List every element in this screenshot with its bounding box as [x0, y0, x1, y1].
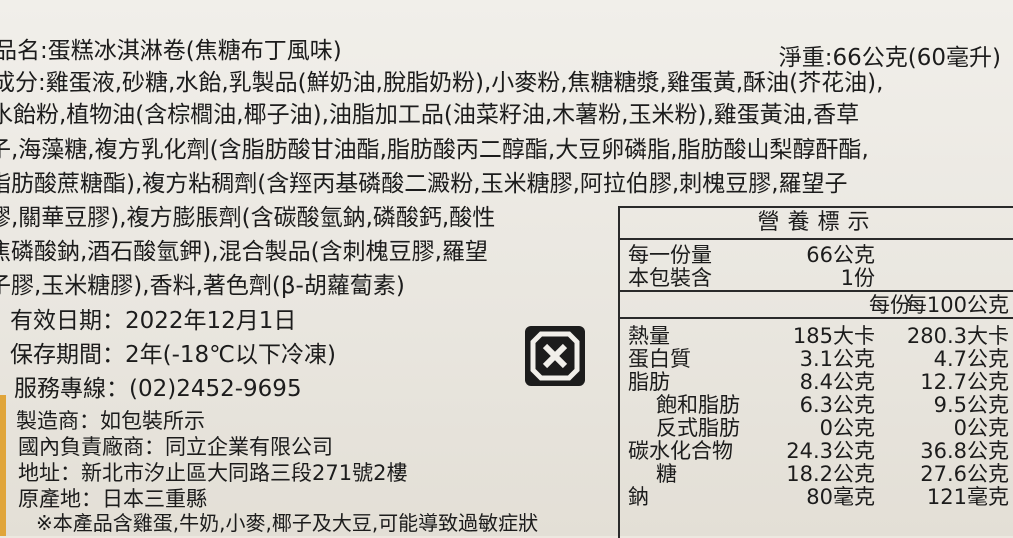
nutrient-per-100: 27.6公克 [920, 462, 1009, 486]
nutrient-per-serving: 0公克 [819, 416, 875, 440]
net-weight: 淨重:66公克(60毫升) [778, 45, 1001, 71]
column-header-row: 每份 每100公克 [620, 294, 1013, 319]
nutrient-per-serving: 185大卡 [792, 324, 875, 348]
recycle-icon [525, 326, 585, 386]
origin: 原產地：日本三重縣 [18, 487, 207, 511]
ingredients-line-7: 子膠,玉米糖膠),香料,著色劑(β-胡蘿蔔素) [0, 273, 405, 299]
ingredients-line-6: 焦磷酸鈉,酒石酸氫鉀),混合製品(含刺槐豆膠,羅望 [0, 239, 488, 265]
nutrient-name: 脂肪 [628, 370, 670, 394]
food-label: 品名:蛋糕冰淇淋卷(焦糖布丁風味) 淨重:66公克(60毫升) 成分:雞蛋液,砂… [0, 0, 1013, 538]
col-per-serving: 每份 [869, 293, 911, 317]
package-edge [0, 395, 6, 536]
nutrient-per-100: 280.3大卡 [906, 324, 1009, 348]
nutrition-row: 脂肪 8.4公克 12.7公克 [620, 371, 1013, 394]
serving-row: 每一份量 66公克 [620, 244, 1013, 267]
manufacturer: 製造商：如包裝所示 [16, 409, 205, 433]
service-hotline: 服務專線：(02)2452-9695 [14, 376, 302, 402]
nutrient-per-serving: 18.2公克 [786, 462, 875, 486]
nutrient-per-100: 9.5公克 [933, 393, 1009, 417]
storage-period: 保存期間：2年(-18℃以下冷凍) [10, 342, 336, 368]
servings-row: 本包裝含 1份 [620, 267, 1013, 292]
address: 地址：新北市汐止區大同路三段271號2樓 [18, 461, 408, 485]
responsible-company: 國內負責廠商：同立企業有限公司 [18, 435, 333, 459]
nutrient-name: 碳水化合物 [628, 439, 733, 463]
nutrient-per-serving: 8.4公克 [799, 370, 875, 394]
nutrient-per-100: 0公克 [953, 416, 1009, 440]
serving-label: 每一份量 [628, 243, 712, 267]
ingredients-line-2: 水飴粉,植物油(含棕櫚油,椰子油),油脂加工品(油菜籽油,木薯粉,玉米粉),雞蛋… [0, 102, 860, 128]
product-name: 品名:蛋糕冰淇淋卷(焦糖布丁風味) [0, 38, 342, 64]
nutrient-per-serving: 3.1公克 [799, 347, 875, 371]
nutrient-per-serving: 6.3公克 [799, 393, 875, 417]
nutrient-per-serving: 80毫克 [806, 485, 875, 509]
nutrient-name: 飽和脂肪 [656, 393, 740, 417]
nutrition-row: 糖 18.2公克 27.6公克 [620, 463, 1013, 486]
servings-label: 本包裝含 [628, 266, 712, 290]
ingredients-line-4: 脂肪酸蔗糖酯),複方粘稠劑(含羥丙基磷酸二澱粉,玉米糖膠,阿拉伯膠,刺槐豆膠,羅… [0, 171, 848, 197]
ingredients-line-5: 膠,關華豆膠),複方膨脹劑(含碳酸氫鈉,磷酸鈣,酸性 [0, 205, 496, 231]
ingredients-line-3: 子,海藻糖,複方乳化劑(含脂肪酸甘油酯,脂肪酸丙二醇酯,大豆卵磷脂,脂肪酸山梨醇… [0, 137, 869, 163]
nutrient-per-100: 12.7公克 [920, 370, 1009, 394]
nutrition-row: 熱量 185大卡 280.3大卡 [620, 325, 1013, 348]
nutrient-per-serving: 24.3公克 [786, 439, 875, 463]
nutrition-row: 蛋白質 3.1公克 4.7公克 [620, 348, 1013, 371]
nutrition-title: 營養標示 [620, 208, 1013, 240]
nutrient-per-100: 121毫克 [926, 485, 1009, 509]
allergen-warning: ※本產品含雞蛋,牛奶,小麥,椰子及大豆,可能導致過敏症狀 [36, 511, 539, 535]
nutrient-name: 蛋白質 [628, 347, 691, 371]
nutrient-name: 鈉 [628, 485, 649, 509]
nutrient-name: 糖 [656, 462, 677, 486]
nutrient-per-100: 36.8公克 [920, 439, 1009, 463]
servings-value: 1份 [840, 266, 875, 290]
nutrient-per-100: 4.7公克 [933, 347, 1009, 371]
nutrition-row: 飽和脂肪 6.3公克 9.5公克 [620, 394, 1013, 417]
serving-value: 66公克 [806, 243, 875, 267]
nutrition-row: 反式脂肪 0公克 0公克 [620, 417, 1013, 440]
col-per-100: 每100公克 [905, 293, 1009, 317]
nutrition-table: 營養標示 每一份量 66公克 本包裝含 1份 每份 每100公克 熱量 185大卡… [618, 206, 1013, 538]
nutrition-row: 鈉 80毫克 121毫克 [620, 486, 1013, 509]
nutrient-name: 熱量 [628, 324, 670, 348]
ingredients-line-1: 成分:雞蛋液,砂糖,水飴,乳製品(鮮奶油,脫脂奶粉),小麥粉,焦糖糖漿,雞蛋黃,… [0, 70, 884, 96]
nutrition-row: 碳水化合物 24.3公克 36.8公克 [620, 440, 1013, 463]
nutrient-name: 反式脂肪 [656, 416, 740, 440]
expiry-date: 有效日期：2022年12月1日 [10, 308, 297, 334]
